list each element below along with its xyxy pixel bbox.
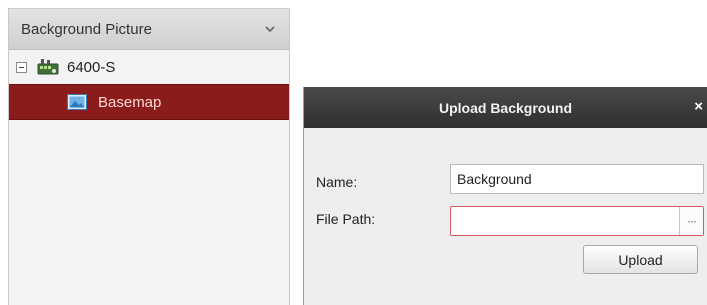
tree-item-label: Basemap [98,93,162,111]
upload-background-dialog: Upload Background × Name: File Path: ···… [303,87,707,305]
tree-item-basemap[interactable]: Basemap [9,84,289,120]
upload-button[interactable]: Upload [583,245,698,274]
tree-item-label: 6400-S [67,58,116,76]
tree-item-device[interactable]: 6400-S [9,50,289,84]
collapse-toggle-icon[interactable] [16,61,27,73]
map-image-icon [67,94,87,110]
dialog-title: Upload Background [438,99,572,116]
panel-title: Background Picture [21,20,152,38]
file-path-field[interactable]: ··· [450,206,704,236]
file-path-input[interactable] [451,207,677,235]
file-path-label: File Path: [316,211,376,227]
background-picture-panel: Background Picture 6400-S Basemap [8,8,290,305]
name-input[interactable] [450,164,704,194]
browse-button[interactable]: ··· [679,207,703,235]
name-label: Name: [316,174,358,190]
dialog-titlebar[interactable]: Upload Background × [304,87,707,128]
panel-header[interactable]: Background Picture [9,9,289,50]
close-icon[interactable]: × [694,98,703,115]
encoder-device-icon [37,58,59,76]
chevron-down-icon[interactable] [263,22,277,36]
